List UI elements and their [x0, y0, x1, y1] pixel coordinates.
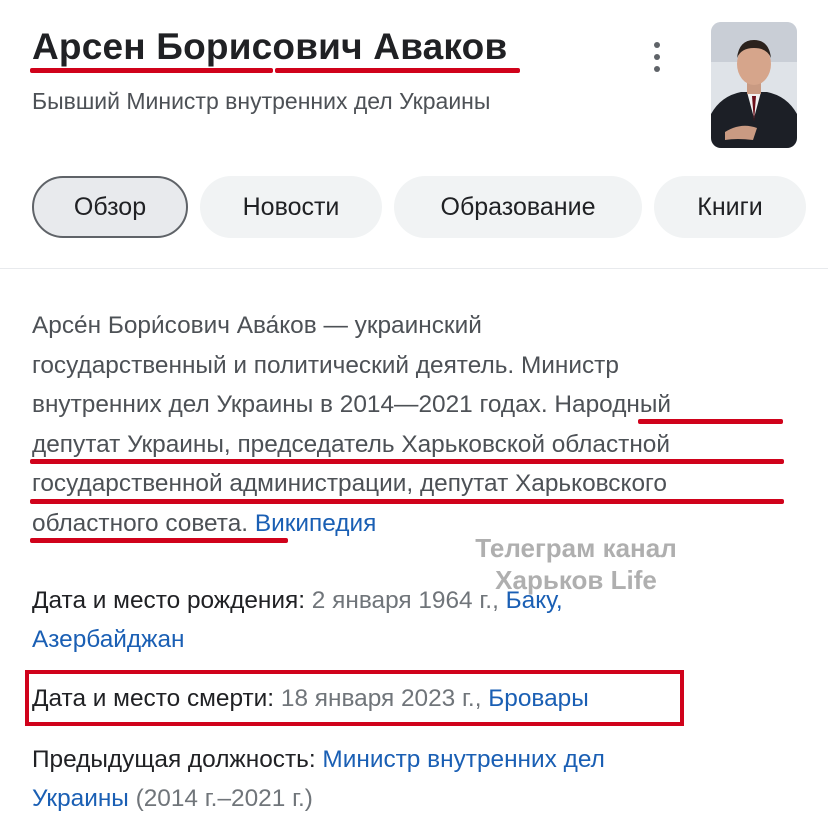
fact-value: 2 января 1964 г., — [311, 587, 499, 614]
tab-books[interactable]: Книги — [654, 176, 806, 238]
portrait-photo[interactable] — [711, 22, 797, 148]
tab-label: Новости — [242, 192, 340, 221]
birth-country-link[interactable]: Азербайджан — [32, 626, 185, 653]
text-underline-annotation — [638, 419, 783, 424]
birth-place-link[interactable]: Баку, — [506, 587, 563, 614]
tab-overview[interactable]: Обзор — [32, 176, 188, 238]
tab-label: Образование — [440, 192, 596, 221]
highlight-box-annotation — [25, 670, 684, 726]
description-line: Арсе́н Бори́сович Ава́ков — украинский — [32, 312, 482, 339]
description-text: Народный — [554, 391, 672, 418]
text-underline-annotation — [30, 459, 784, 464]
title-underline-annotation — [30, 68, 273, 73]
tab-news[interactable]: Новости — [200, 176, 382, 238]
fact-previous-position-cont: Украины (2014 г.–2021 г.) — [32, 779, 313, 819]
previous-position-link[interactable]: Министр внутренних дел — [322, 746, 604, 773]
entity-subtitle: Бывший Министр внутренних дел Украины — [32, 88, 491, 114]
description-line: государственной администрации, депутат Х… — [32, 470, 667, 497]
description-text: внутренних дел Украины в 2014—2021 годах… — [32, 391, 555, 418]
text-underline-annotation — [30, 499, 784, 504]
tab-label: Обзор — [73, 192, 147, 221]
fact-value: (2014 г.–2021 г.) — [135, 785, 313, 812]
text-underline-annotation — [30, 538, 288, 543]
section-divider — [0, 268, 828, 269]
description-line: государственный и политический деятель. … — [32, 351, 619, 379]
fact-label: Предыдущая должность: — [32, 746, 316, 773]
fact-previous-position: Предыдущая должность: Министр внутренних… — [32, 740, 605, 780]
description-text: областного совета. — [32, 509, 249, 537]
entity-title: Арсен Борисович Аваков — [32, 26, 508, 67]
title-underline-annotation — [275, 68, 520, 73]
kebab-menu-icon[interactable] — [645, 42, 669, 72]
entity-description: Арсе́н Бори́сович Ава́ков — украинский г… — [32, 306, 812, 543]
previous-position-link[interactable]: Украины — [32, 785, 129, 812]
fact-birth: Дата и место рождения: 2 января 1964 г.,… — [32, 581, 563, 621]
tab-education[interactable]: Образование — [394, 176, 642, 238]
person-portrait-image — [711, 22, 797, 148]
fact-birth-cont: Азербайджан — [32, 620, 185, 660]
watermark-line: Телеграм канал — [475, 533, 677, 563]
tab-label: Книги — [697, 192, 763, 221]
wikipedia-source-link[interactable]: Википедия — [255, 510, 377, 537]
fact-label: Дата и место рождения: — [32, 587, 306, 614]
